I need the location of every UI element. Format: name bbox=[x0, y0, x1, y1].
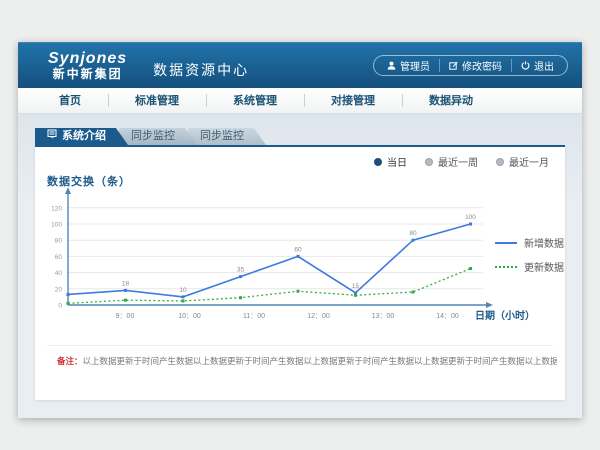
page-title: 数据资源中心 bbox=[153, 52, 249, 80]
chart-legend: 新增数据 更新数据 bbox=[495, 235, 564, 283]
note-text: 以上数据更新于时间产生数据以上数据更新于时间产生数据以上数据更新于时间产生数据以… bbox=[83, 356, 557, 366]
tab-sync-monitor-1[interactable]: 同步监控 bbox=[119, 128, 197, 145]
edit-icon bbox=[449, 61, 458, 70]
nav-item-interface-mgmt[interactable]: 对接管理 bbox=[304, 88, 402, 114]
note-label: 备注： bbox=[57, 356, 83, 366]
power-icon bbox=[521, 61, 530, 70]
radio-last-month[interactable]: 最近一月 bbox=[496, 154, 549, 169]
nav-item-standard-mgmt[interactable]: 标准管理 bbox=[108, 88, 206, 114]
svg-text:18: 18 bbox=[122, 280, 130, 287]
svg-text:100: 100 bbox=[465, 214, 476, 221]
svg-text:14：00: 14：00 bbox=[436, 313, 459, 320]
svg-text:60: 60 bbox=[55, 254, 63, 261]
green-dotted-line-icon bbox=[495, 266, 517, 268]
tab-label: 系统介绍 bbox=[62, 128, 106, 145]
y-axis-title: 数据交换（条） bbox=[47, 173, 131, 189]
user-menu-label: 修改密码 bbox=[462, 58, 502, 73]
svg-text:80: 80 bbox=[409, 230, 417, 237]
svg-text:12：00: 12：00 bbox=[307, 313, 330, 320]
radio-unselected-icon bbox=[425, 158, 433, 166]
blue-line-icon bbox=[495, 242, 517, 244]
svg-text:9：00: 9：00 bbox=[116, 313, 135, 320]
user-menu-label: 退出 bbox=[534, 58, 554, 73]
app-window: Synjones 新中新集团 数据资源中心 管理员 修改密码 退出 bbox=[18, 42, 582, 418]
tab-bar: 系统介绍 同步监控 同步监控 bbox=[35, 128, 266, 145]
time-range-filter: 当日 最近一周 最近一月 bbox=[374, 154, 549, 169]
legend-label: 新增数据 bbox=[524, 235, 564, 250]
legend-label: 更新数据 bbox=[524, 259, 564, 274]
svg-text:10: 10 bbox=[179, 287, 187, 294]
legend-item-update-data[interactable]: 更新数据 bbox=[495, 259, 564, 274]
svg-text:100: 100 bbox=[51, 222, 62, 229]
svg-text:60: 60 bbox=[294, 246, 302, 253]
user-menu-label: 管理员 bbox=[400, 58, 430, 73]
tab-system-intro[interactable]: 系统介绍 bbox=[35, 128, 128, 145]
logo-primary-text: Synjones bbox=[48, 50, 127, 68]
radio-unselected-icon bbox=[496, 158, 504, 166]
radio-selected-icon bbox=[374, 158, 382, 166]
tab-label: 同步监控 bbox=[131, 128, 175, 145]
user-icon bbox=[387, 61, 396, 70]
legend-item-new-data[interactable]: 新增数据 bbox=[495, 235, 564, 250]
svg-text:20: 20 bbox=[55, 286, 63, 293]
user-menu-admin[interactable]: 管理员 bbox=[378, 59, 439, 72]
content-area: 系统介绍 同步监控 同步监控 当日 最近一周 bbox=[18, 114, 582, 418]
svg-text:120: 120 bbox=[51, 205, 62, 212]
user-menu: 管理员 修改密码 退出 bbox=[373, 55, 568, 76]
app-header: Synjones 新中新集团 数据资源中心 管理员 修改密码 退出 bbox=[18, 42, 582, 88]
document-icon bbox=[47, 128, 57, 145]
svg-text:35: 35 bbox=[237, 267, 245, 274]
tab-label: 同步监控 bbox=[200, 128, 244, 145]
user-menu-change-password[interactable]: 修改密码 bbox=[439, 59, 511, 72]
svg-text:11：00: 11：00 bbox=[243, 313, 265, 320]
brand-logo: Synjones 新中新集团 bbox=[48, 50, 127, 81]
svg-text:13：00: 13：00 bbox=[372, 313, 395, 320]
svg-text:10：00: 10：00 bbox=[178, 313, 201, 320]
nav-item-system-mgmt[interactable]: 系统管理 bbox=[206, 88, 304, 114]
nav-item-home[interactable]: 首页 bbox=[32, 88, 108, 114]
radio-label: 最近一月 bbox=[509, 154, 549, 169]
radio-label: 当日 bbox=[387, 154, 407, 169]
tab-sync-monitor-2[interactable]: 同步监控 bbox=[188, 128, 266, 145]
svg-text:80: 80 bbox=[55, 238, 63, 245]
user-menu-logout[interactable]: 退出 bbox=[511, 59, 563, 72]
chart-panel: 当日 最近一周 最近一月 数据交换（条） 0 20 40 60 80 100 120 9：00… bbox=[35, 145, 565, 400]
svg-text:日期（小时）: 日期（小时） bbox=[475, 309, 535, 322]
svg-text:40: 40 bbox=[55, 270, 63, 277]
nav-item-data-change[interactable]: 数据异动 bbox=[402, 88, 500, 114]
footer-note: 备注：以上数据更新于时间产生数据以上数据更新于时间产生数据以上数据更新于时间产生… bbox=[57, 355, 557, 367]
radio-today[interactable]: 当日 bbox=[374, 154, 407, 169]
main-nav: 首页 标准管理 系统管理 对接管理 数据异动 bbox=[18, 88, 582, 114]
radio-last-week[interactable]: 最近一周 bbox=[425, 154, 478, 169]
divider bbox=[47, 345, 553, 346]
svg-text:15: 15 bbox=[352, 283, 360, 290]
svg-text:0: 0 bbox=[58, 303, 62, 310]
logo-secondary-text: 新中新集团 bbox=[48, 68, 127, 81]
radio-label: 最近一周 bbox=[438, 154, 478, 169]
